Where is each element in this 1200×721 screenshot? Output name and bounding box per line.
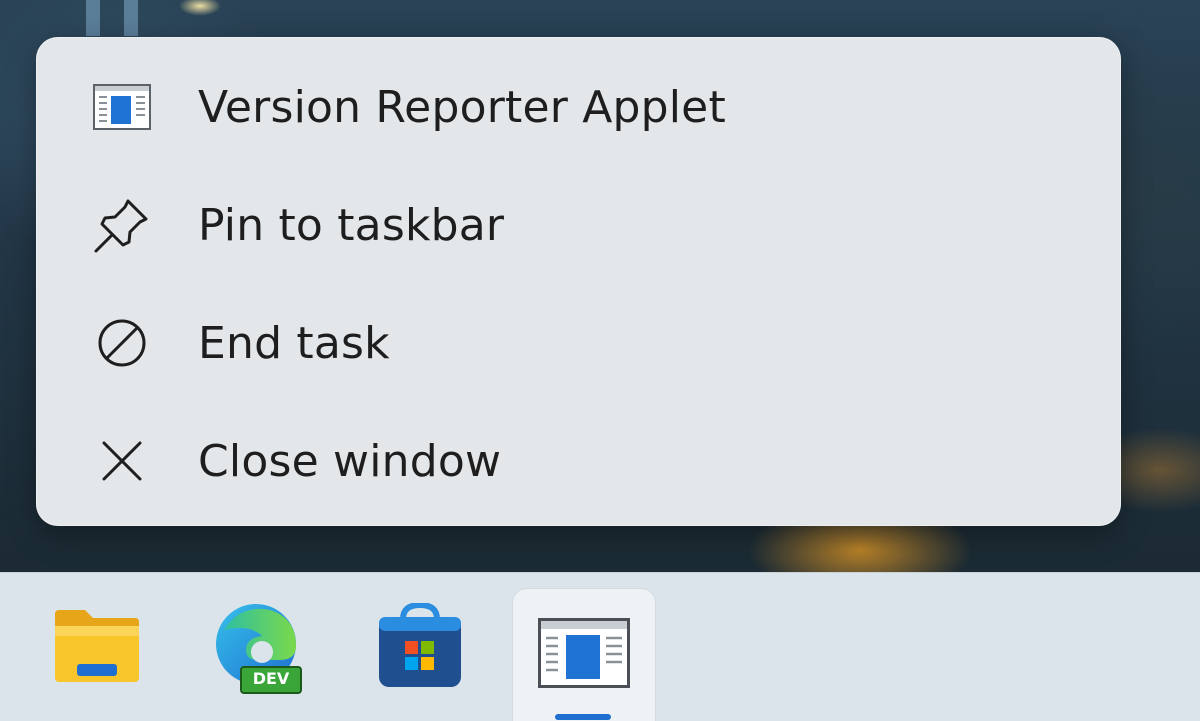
taskbar: DEV [0, 572, 1200, 721]
taskbar-app-edge-dev[interactable]: DEV [203, 593, 313, 703]
app-window-icon [91, 76, 153, 138]
wallpaper-detail [124, 0, 138, 36]
menu-item-label: Close window [198, 435, 502, 487]
menu-item-label: Pin to taskbar [198, 199, 505, 251]
wallpaper-detail [86, 0, 100, 36]
app-window-icon [538, 618, 630, 692]
store-icon [375, 601, 465, 693]
taskbar-app-version-reporter[interactable] [513, 589, 655, 721]
menu-item-label: Version Reporter Applet [198, 81, 726, 133]
taskbar-app-microsoft-store[interactable] [365, 593, 475, 703]
wallpaper-detail [170, 0, 230, 30]
taskbar-app-file-explorer[interactable] [42, 593, 152, 703]
menu-item-close-window[interactable]: Close window [36, 405, 1121, 517]
close-icon [91, 430, 153, 492]
menu-item-end-task[interactable]: End task [36, 287, 1121, 399]
menu-item-app-title[interactable]: Version Reporter Applet [36, 51, 1121, 163]
dev-badge: DEV [240, 666, 302, 694]
pin-icon [91, 194, 153, 256]
menu-item-pin-to-taskbar[interactable]: Pin to taskbar [36, 169, 1121, 281]
taskbar-context-menu: Version Reporter Applet Pin to taskbar E… [36, 37, 1121, 526]
edge-dev-icon: DEV [210, 600, 306, 696]
menu-item-label: End task [198, 317, 390, 369]
active-app-indicator [555, 714, 611, 720]
prohibited-icon [91, 312, 153, 374]
folder-icon [51, 606, 143, 690]
